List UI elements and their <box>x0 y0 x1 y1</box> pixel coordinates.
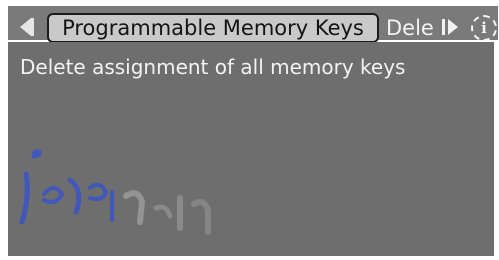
arrow-right-icon-bar <box>442 19 445 35</box>
watermark-logo <box>19 149 211 235</box>
content-panel: Delete assignment of all memory keys <box>8 42 494 256</box>
tab-programmable-memory-keys[interactable]: Programmable Memory Keys <box>47 13 379 43</box>
description-text: Delete assignment of all memory keys <box>20 55 406 79</box>
arrow-right-icon[interactable] <box>448 19 458 35</box>
arrow-left-icon[interactable] <box>20 18 31 36</box>
memory-keys-screen: Programmable Memory Keys Dele i Delete a… <box>0 0 499 260</box>
tab-delete[interactable]: Dele <box>386 14 436 42</box>
arrow-left-icon-bar <box>31 18 34 36</box>
info-icon[interactable]: i <box>471 15 497 41</box>
header-bar: Programmable Memory Keys Dele i <box>8 6 498 43</box>
